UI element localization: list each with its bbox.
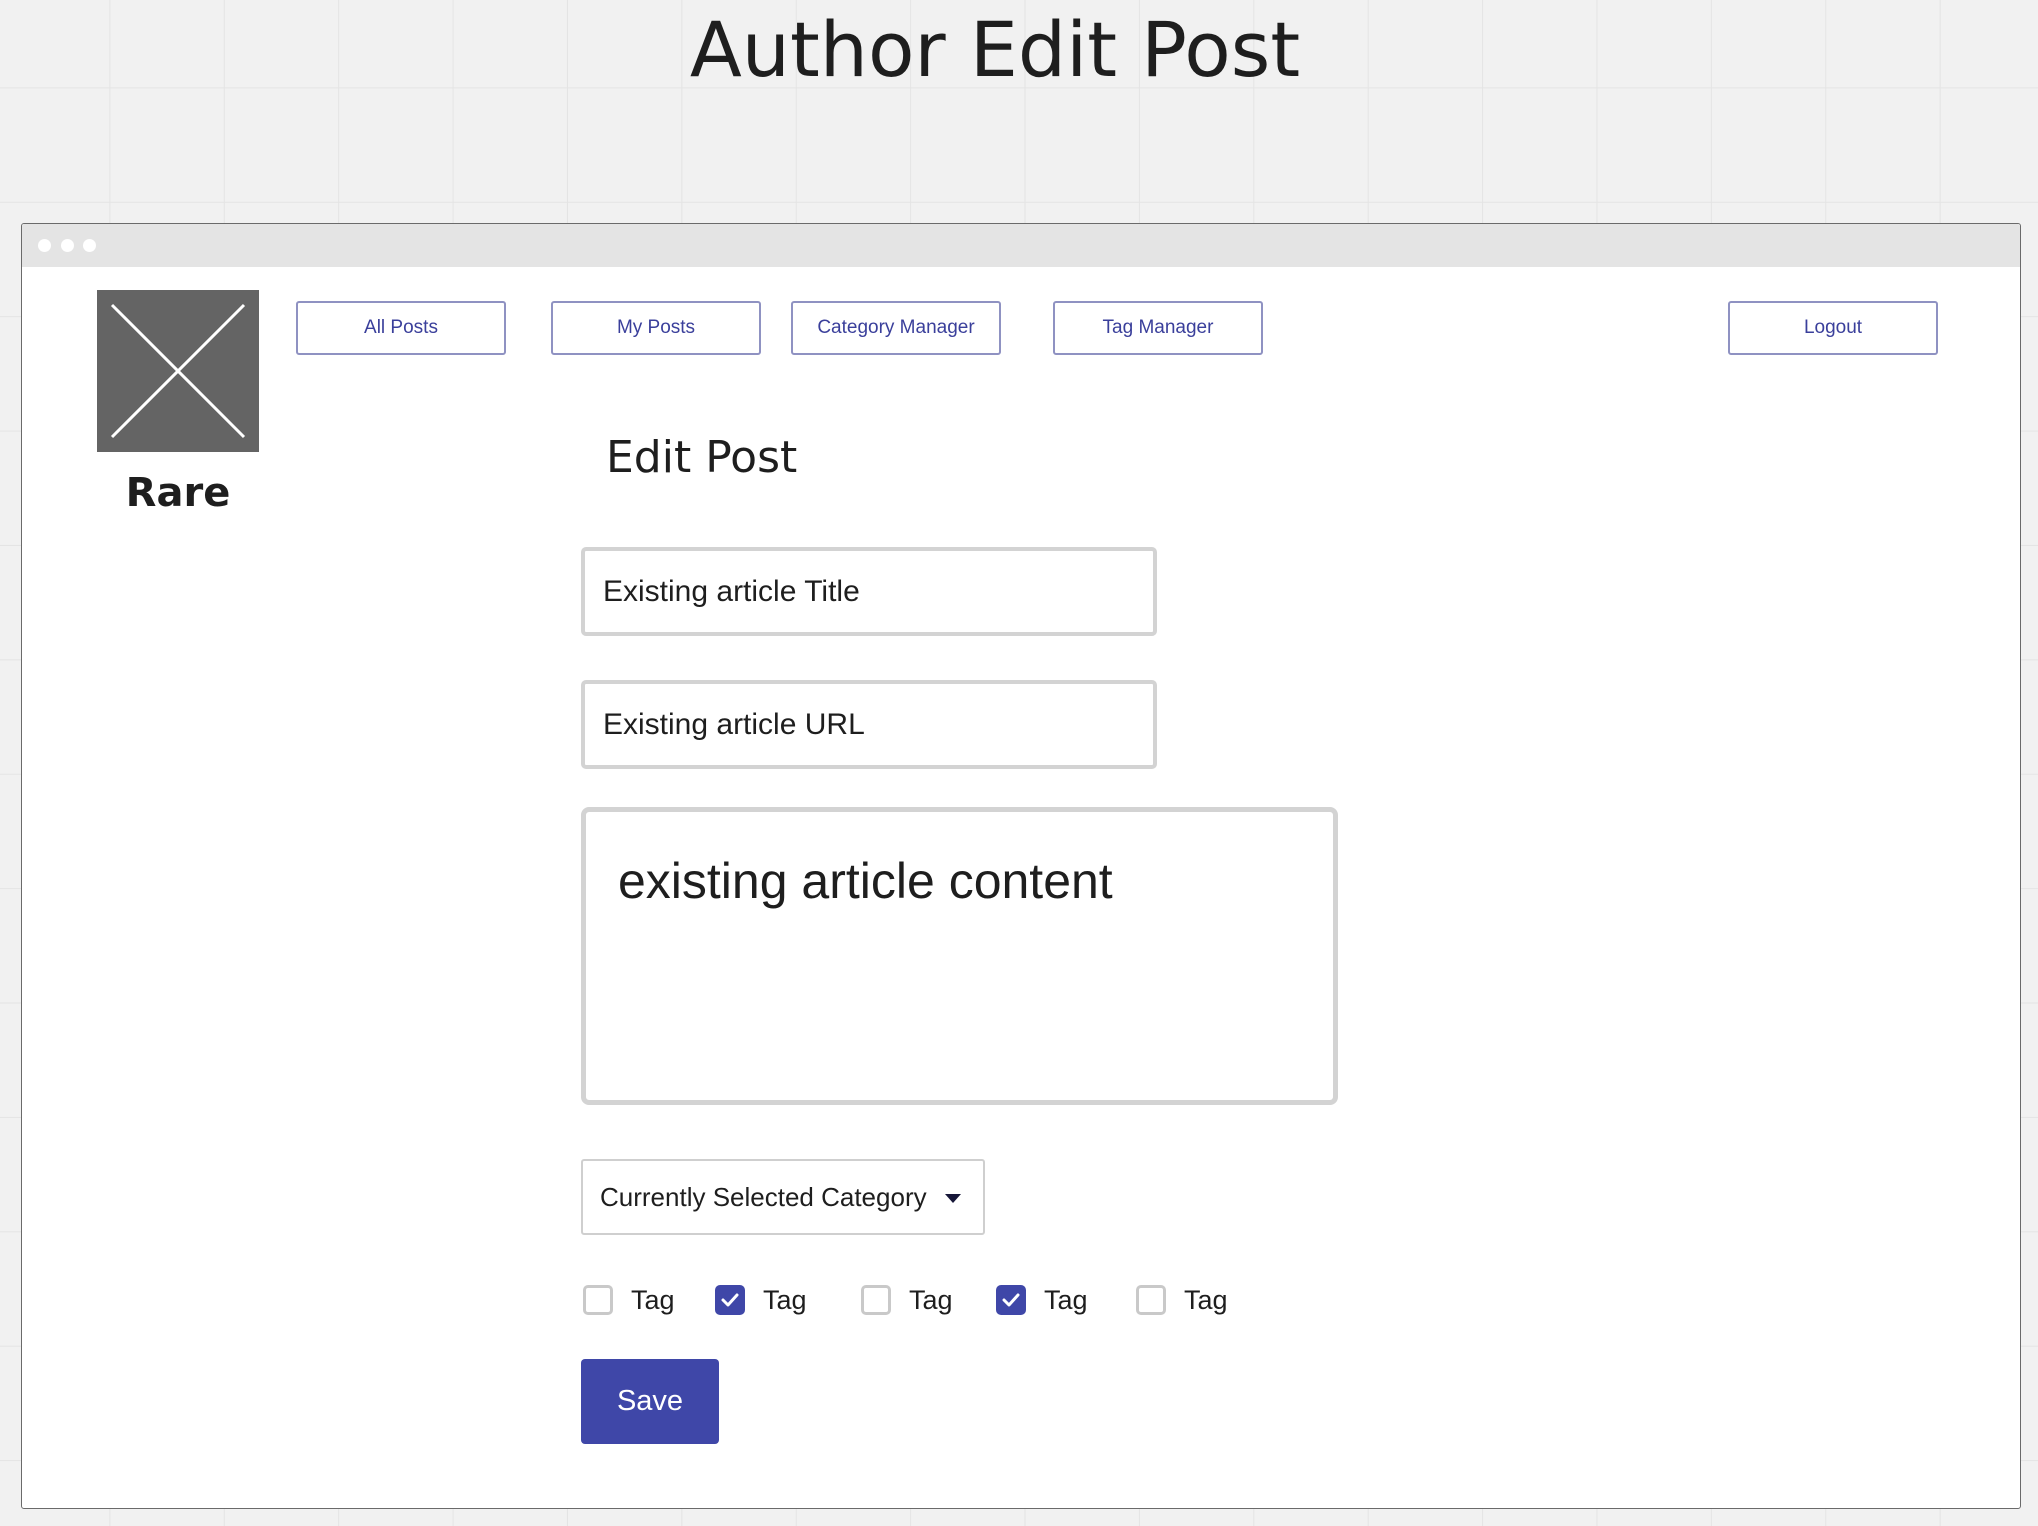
brand-name: Rare: [125, 470, 231, 516]
checkmark-icon: [1002, 1293, 1020, 1307]
tag-label: Tag: [1184, 1284, 1228, 1315]
checkmark-icon: [721, 1293, 739, 1307]
browser-titlebar: [22, 224, 2020, 267]
category-select[interactable]: Currently Selected Category: [581, 1159, 985, 1235]
tag-checkbox[interactable]: Tag: [996, 1282, 1088, 1318]
window-dot-icon: [83, 239, 96, 252]
my-posts-button[interactable]: My Posts: [551, 301, 761, 355]
caret-down-icon: [945, 1194, 961, 1203]
tag-label: Tag: [1044, 1284, 1088, 1315]
category-manager-button[interactable]: Category Manager: [791, 301, 1001, 355]
checkbox-icon[interactable]: [861, 1285, 891, 1315]
tag-checkbox[interactable]: Tag: [861, 1282, 953, 1318]
tag-checkbox[interactable]: Tag: [715, 1282, 807, 1318]
window-dot-icon: [61, 239, 74, 252]
page-title: Author Edit Post: [689, 5, 1301, 94]
tag-checkbox[interactable]: Tag: [583, 1282, 675, 1318]
tag-checkbox[interactable]: Tag: [1136, 1282, 1228, 1318]
tag-label: Tag: [763, 1284, 807, 1315]
content-textarea[interactable]: existing article content: [581, 807, 1338, 1105]
window-dot-icon: [38, 239, 51, 252]
checkbox-icon[interactable]: [1136, 1285, 1166, 1315]
save-button[interactable]: Save: [581, 1359, 719, 1444]
checkbox-checked-icon[interactable]: [996, 1285, 1026, 1315]
checkbox-checked-icon[interactable]: [715, 1285, 745, 1315]
image-placeholder-icon: [97, 290, 259, 452]
url-input[interactable]: Existing article URL: [581, 680, 1157, 769]
browser-window: Rare All Posts My Posts Category Manager…: [21, 223, 2021, 1509]
tag-label: Tag: [631, 1284, 675, 1315]
logout-button[interactable]: Logout: [1728, 301, 1938, 355]
category-select-value: Currently Selected Category: [600, 1181, 927, 1212]
tag-label: Tag: [909, 1284, 953, 1315]
all-posts-button[interactable]: All Posts: [296, 301, 506, 355]
title-input[interactable]: Existing article Title: [581, 547, 1157, 636]
checkbox-icon[interactable]: [583, 1285, 613, 1315]
tag-manager-button[interactable]: Tag Manager: [1053, 301, 1263, 355]
form-heading: Edit Post: [606, 432, 798, 483]
